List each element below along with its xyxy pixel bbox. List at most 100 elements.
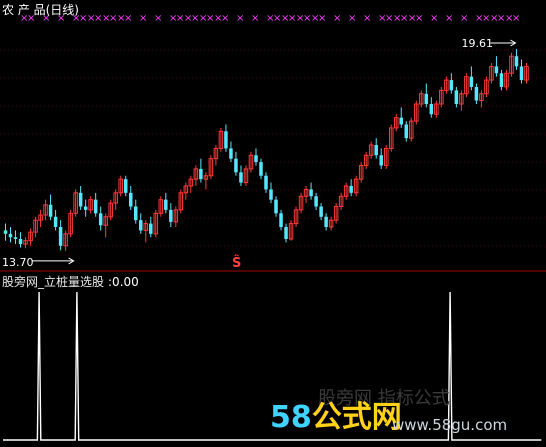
indicator-title: 股旁网_立桩量选股:0.00 — [2, 273, 139, 290]
candle-body — [8, 233, 13, 238]
up-candle — [333, 203, 339, 224]
candle-body — [239, 172, 243, 183]
down-candle — [309, 182, 313, 200]
brand-url: www.58gu.com — [392, 416, 508, 434]
up-candle — [178, 189, 184, 214]
candle-body — [48, 204, 53, 217]
up-candle — [243, 165, 249, 186]
candlestick-chart: ×× × × ×× ×× ×× ×× × × ×× ×× ×× ×× × × ×× ×× ×× ×× × × × ×× ×× ×… — [0, 13, 546, 441]
up-candle — [419, 90, 424, 108]
candle-body — [264, 175, 268, 190]
up-candle — [63, 230, 68, 251]
down-candle — [324, 213, 328, 231]
down-candle — [58, 220, 63, 251]
down-candle — [149, 216, 153, 238]
down-candle — [254, 148, 258, 166]
up-candle — [38, 209, 43, 227]
candle-body — [309, 189, 313, 197]
candle-body — [259, 162, 263, 176]
down-candle — [83, 199, 88, 217]
down-candle — [514, 48, 519, 70]
candle-body — [269, 189, 273, 200]
up-candle — [288, 220, 294, 241]
brand-watermark: 58公式网 — [270, 392, 402, 436]
candle-body — [199, 168, 203, 180]
up-candle — [103, 213, 108, 238]
up-candle — [328, 216, 334, 231]
low-price-label: 13.70 — [2, 256, 34, 269]
up-candle — [113, 189, 118, 210]
candle-body — [224, 131, 228, 149]
candle-body — [474, 86, 479, 101]
candle-body — [319, 206, 323, 217]
down-candle — [98, 206, 103, 231]
up-candle — [183, 182, 189, 200]
down-candle — [519, 59, 524, 84]
candle-body — [78, 192, 83, 207]
up-candle — [444, 76, 449, 94]
up-candle — [368, 141, 374, 159]
down-candle — [424, 83, 429, 108]
candle-body — [499, 73, 504, 87]
up-candle — [343, 182, 349, 200]
up-candle — [208, 155, 214, 180]
up-candle — [479, 90, 484, 108]
down-candle — [133, 199, 138, 224]
candle-body — [519, 66, 524, 81]
up-candle — [28, 228, 33, 246]
up-candle — [43, 199, 48, 221]
candle-body — [279, 213, 283, 227]
down-candle — [499, 69, 504, 91]
candle-body — [164, 199, 168, 210]
candle-body — [379, 155, 383, 166]
candle-body — [374, 145, 378, 156]
candle-body — [454, 90, 459, 104]
up-candle — [393, 114, 399, 132]
down-candle — [269, 182, 273, 204]
candle-body — [139, 220, 143, 231]
up-candle — [203, 172, 209, 190]
up-candle — [173, 206, 179, 227]
down-candle — [8, 227, 13, 243]
up-candle — [158, 196, 164, 217]
down-candle — [404, 121, 409, 142]
up-candle — [23, 237, 28, 249]
down-candle — [474, 83, 479, 104]
down-candle — [494, 56, 499, 77]
down-candle — [469, 66, 474, 91]
chart-title: 农 产 品(日线) — [2, 3, 79, 17]
candle-body — [58, 227, 63, 246]
candle-body — [128, 192, 133, 207]
up-candle — [338, 192, 344, 210]
candle-body — [169, 209, 173, 222]
signal-cross-icon: × — [445, 13, 453, 24]
up-candle — [414, 100, 419, 125]
candle-body — [133, 206, 138, 221]
stock-chart-window: { "header": { "title": "农 产 品(日线)" }, "i… — [0, 0, 546, 447]
candle-body — [469, 76, 474, 87]
up-candle — [218, 127, 224, 152]
down-candle — [169, 203, 173, 227]
brand-number: 58 — [270, 400, 312, 435]
signal-cross-icon: × — [430, 13, 438, 24]
down-candle — [199, 158, 203, 183]
candle-body — [274, 199, 278, 214]
down-candle — [349, 179, 353, 197]
up-candle — [388, 124, 394, 152]
signal-cross-icon: × — [348, 13, 356, 24]
up-candle — [434, 100, 439, 118]
down-candle — [449, 73, 454, 94]
candle-body — [3, 230, 8, 234]
down-candle — [284, 223, 288, 243]
candle-body — [514, 56, 519, 67]
down-candle — [229, 141, 233, 163]
up-candle — [68, 209, 73, 238]
candle-body — [18, 238, 23, 245]
signal-cross-icon: × — [154, 13, 162, 24]
grid-lines — [0, 49, 546, 247]
candle-body — [234, 158, 238, 173]
signal-cross-icon: × — [139, 13, 147, 24]
up-candle — [298, 192, 304, 214]
up-candle — [213, 145, 219, 166]
up-candle — [88, 196, 93, 214]
